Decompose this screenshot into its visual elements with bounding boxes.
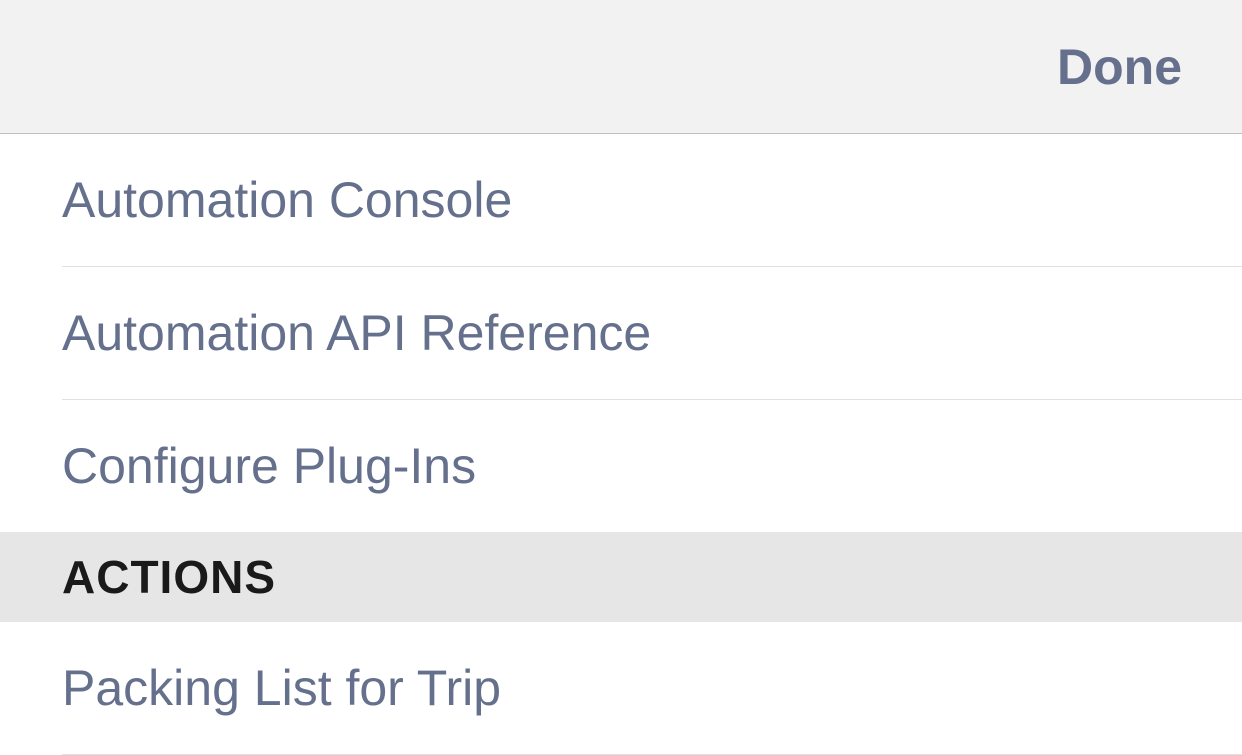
list-item-label: Automation API Reference (62, 304, 651, 362)
list-item-configure-plug-ins[interactable]: Configure Plug-Ins (0, 400, 1242, 532)
list-item-label: Configure Plug-Ins (62, 437, 476, 495)
list-item-label: Packing List for Trip (62, 659, 501, 717)
section-header-actions: ACTIONS (0, 532, 1242, 622)
list-item-automation-api-reference[interactable]: Automation API Reference (0, 267, 1242, 399)
list-item-packing-list-for-trip[interactable]: Packing List for Trip (0, 622, 1242, 754)
list-item-automation-console[interactable]: Automation Console (0, 134, 1242, 266)
section-header-label: ACTIONS (62, 550, 276, 604)
header: Done (0, 0, 1242, 134)
done-button[interactable]: Done (1057, 38, 1182, 96)
list-item-label: Automation Console (62, 171, 512, 229)
